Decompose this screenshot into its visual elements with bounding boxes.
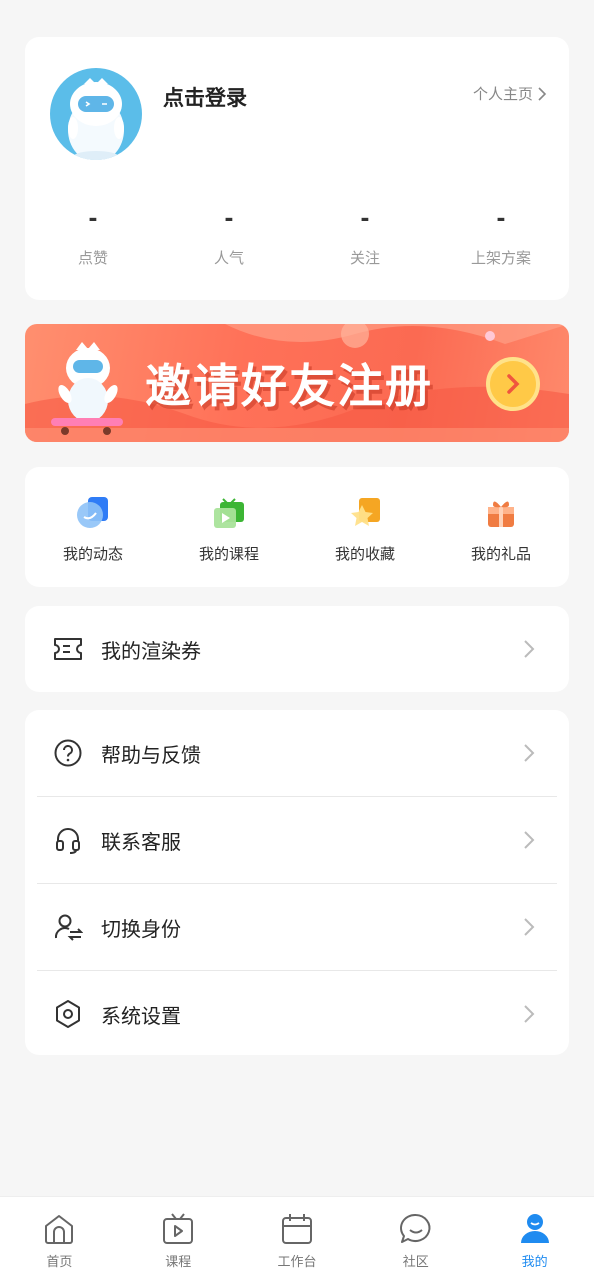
stat-value: - (224, 207, 234, 232)
bottom-tab-bar: 首页 课程 工作台 社区 我的 (0, 1196, 594, 1280)
quick-item-favorites[interactable]: 我的收藏 (297, 467, 433, 587)
mascot-skateboard-icon (51, 342, 123, 435)
row-label: 联系客服 (101, 829, 181, 854)
homepage-link[interactable]: 个人主页 (473, 83, 547, 104)
quick-item-gifts[interactable]: 我的礼品 (433, 467, 569, 587)
chevron-right-icon (507, 374, 520, 394)
tab-label: 我的 (521, 1255, 548, 1270)
chevron-right-icon (524, 831, 535, 849)
homepage-link-label: 个人主页 (472, 85, 533, 103)
ticket-icon (53, 634, 83, 664)
invite-banner[interactable]: 邀请好友注册 (25, 324, 569, 442)
row-label: 切换身份 (101, 916, 181, 941)
vouchers-card: 我的渲染券 (25, 606, 569, 692)
quick-item-label: 我的动态 (62, 545, 123, 563)
user-icon (520, 1214, 549, 1243)
chevron-right-icon (538, 86, 547, 101)
stat-label: 上架方案 (470, 249, 531, 267)
favorite-star-icon (347, 495, 383, 531)
banner-title: 邀请好友注册 (145, 359, 433, 413)
tab-courses[interactable]: 课程 (119, 1197, 238, 1280)
stat-label: 关注 (349, 249, 380, 267)
home-icon (45, 1215, 74, 1244)
system-settings-row[interactable]: 系统设置 (25, 971, 569, 1057)
stat-listed-plans[interactable]: - 上架方案 (433, 207, 569, 268)
stat-label: 人气 (213, 249, 244, 267)
quick-item-label: 我的收藏 (334, 545, 395, 563)
stat-likes[interactable]: - 点赞 (25, 207, 161, 268)
course-tv-icon (211, 495, 247, 531)
tab-label: 社区 (402, 1255, 429, 1270)
course-icon (163, 1213, 194, 1244)
tab-workbench[interactable]: 工作台 (238, 1197, 357, 1280)
headset-icon (53, 825, 83, 855)
chat-icon (399, 1213, 431, 1243)
tab-home[interactable]: 首页 (0, 1197, 119, 1280)
login-text[interactable]: 点击登录 (163, 82, 247, 112)
stats-row: - 点赞 - 人气 - 关注 - 上架方案 (25, 207, 569, 268)
avatar[interactable] (50, 68, 142, 160)
stat-label: 点赞 (77, 249, 108, 267)
stat-value: - (88, 207, 98, 232)
settings-list-card: 帮助与反馈 联系客服 切换身份 系统设置 (25, 710, 569, 1055)
tab-label: 首页 (46, 1255, 73, 1270)
moments-icon (75, 495, 111, 531)
profile-card: 点击登录 个人主页 - 点赞 - 人气 - 关注 - 上架方案 (25, 37, 569, 300)
stat-value: - (496, 207, 506, 232)
quick-item-courses[interactable]: 我的课程 (161, 467, 297, 587)
tab-community[interactable]: 社区 (356, 1197, 475, 1280)
quick-item-label: 我的礼品 (470, 545, 531, 563)
settings-hexagon-icon (53, 999, 83, 1029)
help-feedback-row[interactable]: 帮助与反馈 (25, 710, 569, 796)
tab-label: 工作台 (277, 1255, 317, 1270)
help-icon (53, 738, 83, 768)
gift-icon (483, 495, 519, 531)
stat-following[interactable]: - 关注 (297, 207, 433, 268)
calendar-icon (281, 1214, 312, 1244)
tab-label: 课程 (165, 1255, 192, 1270)
banner-go-button[interactable] (486, 357, 540, 411)
chevron-right-icon (524, 744, 535, 762)
quick-menu: 我的动态 我的课程 我的收藏 我的礼品 (25, 467, 569, 587)
row-label: 系统设置 (101, 1003, 181, 1028)
quick-item-moments[interactable]: 我的动态 (25, 467, 161, 587)
stat-popularity[interactable]: - 人气 (161, 207, 297, 268)
row-label: 我的渲染券 (101, 638, 201, 663)
quick-item-label: 我的课程 (198, 545, 259, 563)
chevron-right-icon (524, 918, 535, 936)
mascot-avatar-icon (68, 78, 124, 160)
row-label: 帮助与反馈 (101, 742, 201, 767)
switch-identity-row[interactable]: 切换身份 (25, 884, 569, 970)
vouchers-row[interactable]: 我的渲染券 (25, 606, 569, 692)
stat-value: - (360, 207, 370, 232)
switch-user-icon (53, 912, 83, 942)
tab-mine[interactable]: 我的 (475, 1197, 594, 1280)
contact-support-row[interactable]: 联系客服 (25, 797, 569, 883)
chevron-right-icon (524, 1005, 535, 1023)
chevron-right-icon (524, 640, 535, 658)
